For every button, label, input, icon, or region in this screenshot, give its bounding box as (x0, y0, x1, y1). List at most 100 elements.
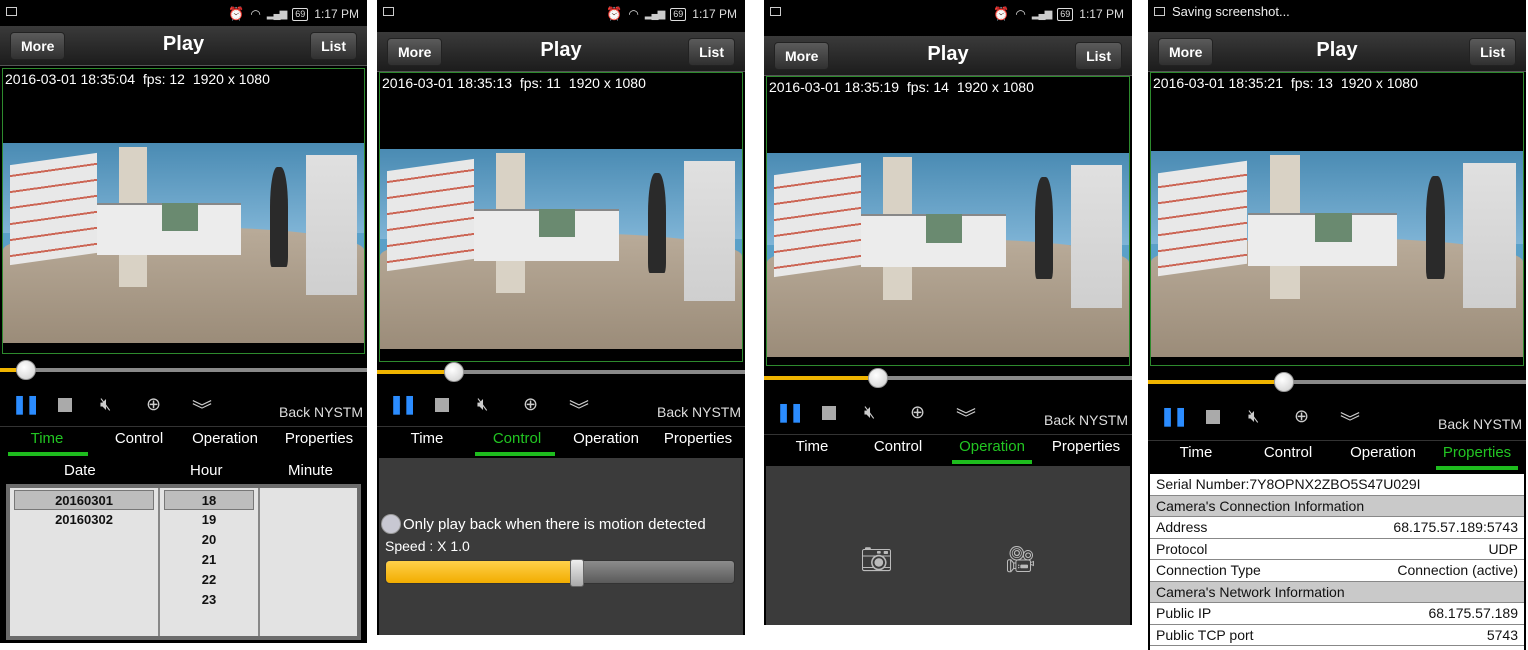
network-section-header: Camera's Network Information (1150, 581, 1524, 603)
seek-thumb[interactable] (868, 368, 889, 388)
chevron-down-icon[interactable]: ︾ (1340, 406, 1360, 435)
video-area[interactable]: 2016-03-01 18:35:21 fps: 13 1920 x 1080 (1150, 72, 1524, 366)
tab-control[interactable]: Control (98, 427, 180, 457)
video-area[interactable]: 2016-03-01 18:35:13 fps: 11 1920 x 1080 (379, 72, 743, 362)
video-overlay: 2016-03-01 18:35:13 fps: 11 1920 x 1080 (382, 75, 650, 91)
date-item[interactable]: 20160302 (10, 510, 158, 530)
property-value: 5743 (1486, 626, 1518, 643)
zoom-in-icon[interactable]: ⊕ (910, 402, 925, 423)
hour-item[interactable]: 19 (160, 510, 258, 530)
video-area[interactable]: 2016-03-01 18:35:04 fps: 12 1920 x 1080 (2, 68, 365, 354)
resolution: 1920 x 1080 (568, 75, 646, 91)
tab-bar: Time Control Operation Properties (377, 426, 745, 456)
pause-icon[interactable]: ❚❚ (1160, 406, 1188, 427)
hour-item[interactable]: 23 (160, 590, 258, 610)
tab-properties[interactable]: Properties (1042, 435, 1130, 465)
tab-control[interactable]: Control (1246, 441, 1330, 471)
tab-properties[interactable]: Properties (653, 427, 743, 457)
status-bar: ⏰ ◠ ▂▄▆ 69 1:17 PM (0, 0, 367, 26)
property-value: UDP (1488, 540, 1518, 557)
date-column[interactable]: 20160301 20160302 (10, 488, 160, 636)
alarm-icon: ⏰ (606, 6, 623, 21)
minute-column[interactable] (260, 488, 357, 636)
seek-thumb[interactable] (15, 360, 36, 380)
stop-icon[interactable] (1206, 410, 1220, 424)
zoom-in-icon[interactable]: ⊕ (146, 394, 161, 415)
timestamp: 2016-03-01 18:35:21 (1153, 75, 1283, 91)
speed-thumb[interactable] (570, 559, 585, 587)
connection-section-header: Camera's Connection Information (1150, 495, 1524, 517)
hour-column[interactable]: 18 19 20 21 22 23 (160, 488, 260, 636)
motion-radio[interactable] (381, 514, 401, 534)
list-button[interactable]: List (688, 38, 735, 66)
video-overlay: 2016-03-01 18:35:04 fps: 12 1920 x 1080 (5, 71, 274, 87)
tab-time[interactable]: Time (385, 427, 469, 457)
tab-indicator (1436, 466, 1518, 470)
video-area[interactable]: 2016-03-01 18:35:19 fps: 14 1920 x 1080 (766, 76, 1130, 366)
zoom-in-icon[interactable]: ⊕ (523, 394, 538, 415)
date-item[interactable]: 20160301 (14, 490, 154, 510)
hour-header: Hour (190, 462, 223, 479)
hour-item[interactable]: 22 (160, 570, 258, 590)
pause-icon[interactable]: ❚❚ (776, 402, 804, 423)
notification-icon (6, 7, 17, 16)
battery-icon: 69 (1057, 7, 1074, 21)
fps: fps: 11 (519, 75, 561, 91)
list-button[interactable]: List (1075, 42, 1122, 70)
camera-icon[interactable]: 📷︎ (860, 544, 893, 575)
tab-properties[interactable]: Properties (274, 427, 364, 457)
camera-feed (1151, 151, 1523, 357)
chevron-down-icon[interactable]: ︾ (956, 402, 976, 431)
property-value: 68.175.57.189 (1428, 605, 1518, 621)
seek-thumb[interactable] (444, 362, 465, 382)
list-button[interactable]: List (1469, 38, 1516, 66)
speed-slider[interactable] (385, 559, 735, 587)
tab-indicator (475, 452, 555, 456)
property-value: Connection (active) (1397, 562, 1518, 578)
mute-icon[interactable]: 🔇︎ (1248, 406, 1259, 427)
property-row-connection-type: Connection Type Connection (active) (1150, 560, 1524, 582)
seek-bar[interactable] (764, 368, 1132, 388)
property-row-protocol: Protocol UDP (1150, 539, 1524, 560)
pause-icon[interactable]: ❚❚ (12, 394, 40, 415)
seek-bar[interactable] (1148, 372, 1526, 392)
seek-bar[interactable] (0, 360, 367, 380)
seek-thumb[interactable] (1274, 372, 1295, 392)
list-button[interactable]: List (310, 32, 357, 60)
hour-item[interactable]: 20 (160, 530, 258, 550)
chevron-down-icon[interactable]: ︾ (192, 394, 212, 423)
hour-item[interactable]: 18 (164, 490, 254, 510)
stop-icon[interactable] (822, 406, 836, 420)
seek-bar[interactable] (377, 362, 745, 382)
mute-icon[interactable]: 🔇︎ (477, 394, 488, 415)
battery-icon: 69 (292, 7, 309, 21)
phone-screen-control: ⏰ ◠ ▂▄▆ 69 1:17 PM More Play List 2016-0… (377, 0, 745, 635)
tab-operation[interactable]: Operation (180, 427, 270, 457)
mute-icon[interactable]: 🔇︎ (864, 402, 875, 423)
motion-option[interactable]: Only play back when there is motion dete… (381, 514, 743, 534)
top-bar: More Play List (764, 36, 1132, 76)
screenshot-icon (1154, 7, 1165, 16)
camera-feed (380, 149, 742, 349)
fps: fps: 14 (906, 79, 949, 95)
chevron-down-icon[interactable]: ︾ (569, 394, 589, 423)
stop-icon[interactable] (58, 398, 72, 412)
tab-control[interactable]: Control (856, 435, 940, 465)
stop-icon[interactable] (435, 398, 449, 412)
video-camera-icon[interactable]: 🎥︎ (1004, 544, 1037, 575)
tab-time[interactable]: Time (1154, 441, 1238, 471)
tab-operation[interactable]: Operation (1338, 441, 1428, 471)
status-time: 1:17 PM (692, 7, 737, 21)
pause-icon[interactable]: ❚❚ (389, 394, 417, 415)
mute-icon[interactable]: 🔇︎ (100, 394, 111, 415)
wifi-icon: ◠ (250, 7, 261, 21)
tab-operation[interactable]: Operation (561, 427, 651, 457)
zoom-in-icon[interactable]: ⊕ (1294, 406, 1309, 427)
playback-controls: ❚❚ 🔇︎ ⊕ ︾ Back NYSTM (1148, 402, 1526, 435)
serial-number: Serial Number:7Y8OPNX2ZBO5S47U029I (1150, 474, 1524, 496)
tab-time[interactable]: Time (770, 435, 854, 465)
hour-item[interactable]: 21 (160, 550, 258, 570)
playback-controls: ❚❚ 🔇︎ ⊕ ︾ Back NYSTM (0, 390, 367, 423)
property-label: Public TCP port (1156, 626, 1254, 643)
motion-label: Only play back when there is motion dete… (403, 515, 706, 533)
